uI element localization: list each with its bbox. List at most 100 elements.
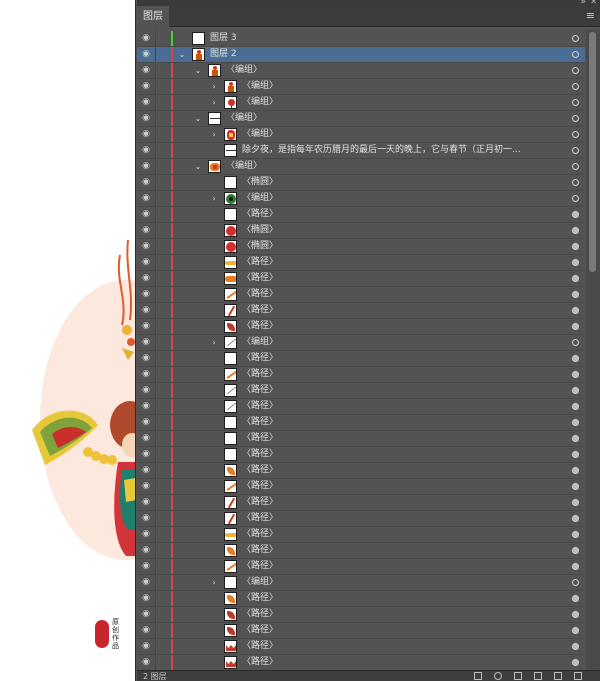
- layer-row[interactable]: ◉ 〈路径〉: [137, 271, 585, 287]
- layer-row[interactable]: ◉ ⌄ 〈编组〉: [137, 63, 585, 79]
- layer-row[interactable]: ◉ › 〈编组〉: [137, 575, 585, 591]
- eye-icon[interactable]: ◉: [137, 511, 155, 526]
- layer-name[interactable]: 〈路径〉: [242, 495, 278, 510]
- lock-toggle[interactable]: [155, 207, 171, 222]
- target-circle-icon[interactable]: [572, 195, 579, 202]
- lock-toggle[interactable]: [155, 639, 171, 654]
- layer-name[interactable]: 〈路径〉: [242, 367, 278, 382]
- layer-row[interactable]: ◉ 〈路径〉: [137, 383, 585, 399]
- lock-toggle[interactable]: [155, 431, 171, 446]
- target-circle-icon[interactable]: [572, 147, 579, 154]
- eye-icon[interactable]: ◉: [137, 255, 155, 270]
- eye-icon[interactable]: ◉: [137, 479, 155, 494]
- lock-toggle[interactable]: [155, 543, 171, 558]
- lock-toggle[interactable]: [155, 399, 171, 414]
- layer-row[interactable]: ◉ 〈路径〉: [137, 527, 585, 543]
- layer-name[interactable]: 〈编组〉: [242, 95, 278, 110]
- layer-row[interactable]: ◉ 〈路径〉: [137, 623, 585, 639]
- chevron-right-icon[interactable]: ›: [209, 95, 219, 110]
- layer-name[interactable]: 图层 2: [210, 47, 237, 62]
- layer-row[interactable]: ◉ 〈路径〉: [137, 543, 585, 559]
- lock-toggle[interactable]: [155, 111, 171, 126]
- layer-row[interactable]: ◉ 图层 3: [137, 31, 585, 47]
- clipping-mask-icon[interactable]: [514, 672, 522, 680]
- layer-name[interactable]: 〈路径〉: [242, 479, 278, 494]
- eye-icon[interactable]: ◉: [137, 239, 155, 254]
- lock-toggle[interactable]: [155, 127, 171, 142]
- target-circle-icon[interactable]: [572, 275, 579, 282]
- lock-toggle[interactable]: [155, 239, 171, 254]
- chevron-right-icon[interactable]: ›: [209, 79, 219, 94]
- target-circle-icon[interactable]: [572, 99, 579, 106]
- lock-toggle[interactable]: [155, 143, 171, 158]
- layer-name[interactable]: 〈路径〉: [242, 655, 278, 670]
- eye-icon[interactable]: ◉: [137, 191, 155, 206]
- layer-row[interactable]: ◉ › 〈编组〉: [137, 79, 585, 95]
- eye-icon[interactable]: ◉: [137, 623, 155, 638]
- layer-name[interactable]: 〈编组〉: [242, 191, 278, 206]
- target-circle-icon[interactable]: [572, 595, 579, 602]
- lock-toggle[interactable]: [155, 95, 171, 110]
- eye-icon[interactable]: ◉: [137, 319, 155, 334]
- layer-row[interactable]: ◉ › 〈编组〉: [137, 191, 585, 207]
- lock-toggle[interactable]: [155, 559, 171, 574]
- eye-icon[interactable]: ◉: [137, 383, 155, 398]
- layer-row[interactable]: ◉ 〈路径〉: [137, 399, 585, 415]
- eye-icon[interactable]: ◉: [137, 335, 155, 350]
- artboard-canvas[interactable]: 原创作品: [0, 0, 136, 681]
- chevron-right-icon[interactable]: ›: [209, 127, 219, 142]
- eye-icon[interactable]: ◉: [137, 655, 155, 670]
- eye-icon[interactable]: ◉: [137, 591, 155, 606]
- target-circle-icon[interactable]: [572, 435, 579, 442]
- target-circle-icon[interactable]: [572, 83, 579, 90]
- lock-toggle[interactable]: [155, 271, 171, 286]
- target-circle-icon[interactable]: [572, 307, 579, 314]
- layer-row[interactable]: ◉ 〈路径〉: [137, 287, 585, 303]
- target-circle-icon[interactable]: [572, 579, 579, 586]
- delete-layer-icon[interactable]: [574, 672, 582, 680]
- chevron-down-icon[interactable]: ⌄: [193, 111, 203, 126]
- target-circle-icon[interactable]: [572, 243, 579, 250]
- lock-toggle[interactable]: [155, 319, 171, 334]
- lock-toggle[interactable]: [155, 575, 171, 590]
- lock-toggle[interactable]: [155, 79, 171, 94]
- lock-toggle[interactable]: [155, 495, 171, 510]
- target-circle-icon[interactable]: [572, 531, 579, 538]
- layer-row[interactable]: ◉ 〈路径〉: [137, 655, 585, 670]
- chevron-down-icon[interactable]: ⌄: [193, 159, 203, 174]
- layer-name[interactable]: 〈路径〉: [242, 447, 278, 462]
- export-icon[interactable]: [474, 672, 482, 680]
- target-circle-icon[interactable]: [572, 131, 579, 138]
- lock-toggle[interactable]: [155, 415, 171, 430]
- layer-name[interactable]: 〈路径〉: [242, 511, 278, 526]
- target-circle-icon[interactable]: [572, 163, 579, 170]
- layer-row[interactable]: ◉ 〈路径〉: [137, 463, 585, 479]
- layer-name[interactable]: 〈路径〉: [242, 287, 278, 302]
- eye-icon[interactable]: ◉: [137, 271, 155, 286]
- panel-menu-icon[interactable]: ≡: [586, 10, 595, 22]
- target-circle-icon[interactable]: [572, 371, 579, 378]
- target-circle-icon[interactable]: [572, 51, 579, 58]
- layer-name[interactable]: 〈路径〉: [242, 543, 278, 558]
- layer-row[interactable]: ◉ 〈路径〉: [137, 367, 585, 383]
- layer-row[interactable]: ◉ 〈路径〉: [137, 431, 585, 447]
- layer-name[interactable]: 除夕夜，是指每年农历腊月的最后一天的晚上，它与春节（正月初一...: [242, 143, 521, 158]
- layer-name[interactable]: 〈路径〉: [242, 623, 278, 638]
- eye-icon[interactable]: ◉: [137, 607, 155, 622]
- layer-name[interactable]: 〈椭圆〉: [242, 223, 278, 238]
- chevron-down-icon[interactable]: ⌄: [177, 47, 187, 62]
- target-circle-icon[interactable]: [572, 35, 579, 42]
- chevron-right-icon[interactable]: ›: [209, 335, 219, 350]
- lock-toggle[interactable]: [155, 175, 171, 190]
- lock-toggle[interactable]: [155, 223, 171, 238]
- layer-name[interactable]: 〈椭圆〉: [242, 175, 278, 190]
- lock-toggle[interactable]: [155, 191, 171, 206]
- locate-object-icon[interactable]: [494, 672, 502, 680]
- lock-toggle[interactable]: [155, 159, 171, 174]
- layer-row[interactable]: ◉ 除夕夜，是指每年农历腊月的最后一天的晚上，它与春节（正月初一...: [137, 143, 585, 159]
- layer-row[interactable]: ◉ ⌄ 〈编组〉: [137, 159, 585, 175]
- layer-name[interactable]: 〈路径〉: [242, 319, 278, 334]
- eye-icon[interactable]: ◉: [137, 303, 155, 318]
- layer-name[interactable]: 〈路径〉: [242, 399, 278, 414]
- lock-toggle[interactable]: [155, 255, 171, 270]
